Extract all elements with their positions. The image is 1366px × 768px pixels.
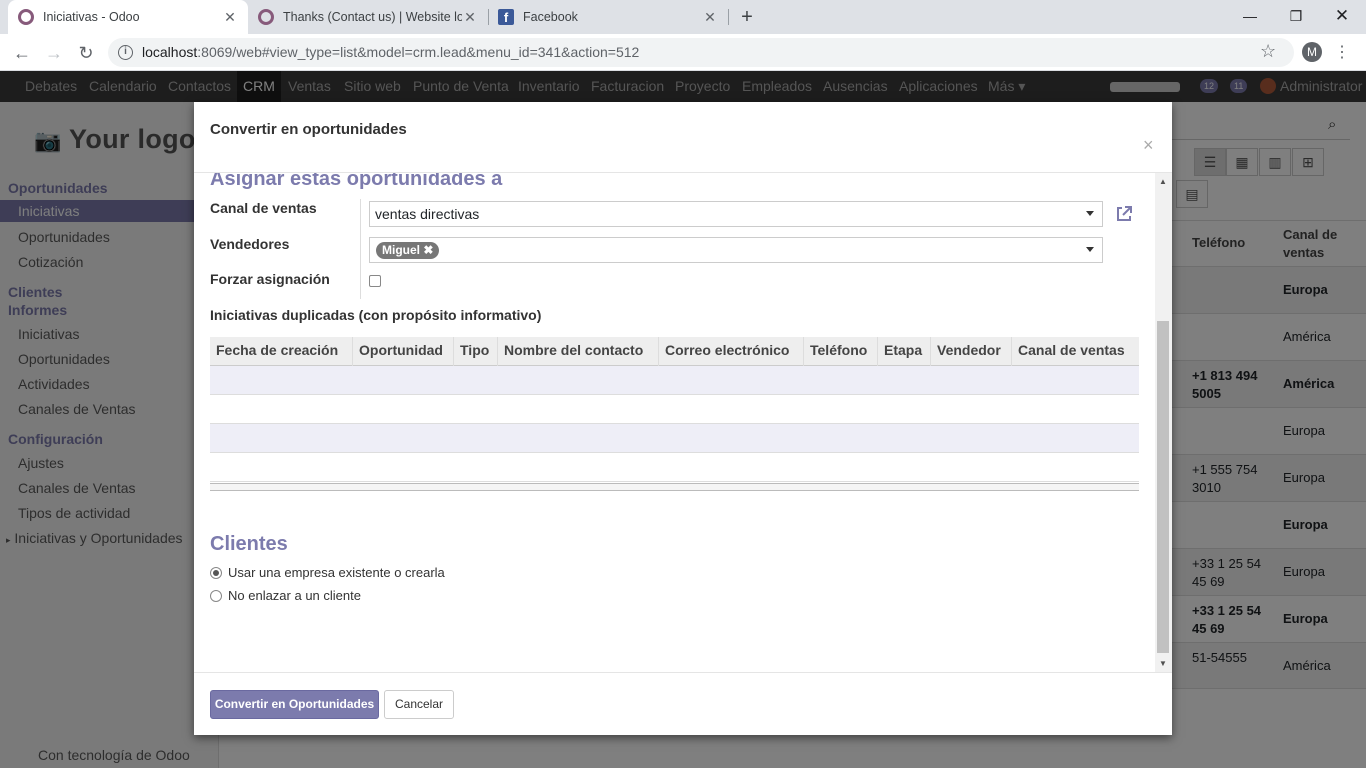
table-row xyxy=(210,453,1139,482)
field-divider xyxy=(360,199,361,299)
table-footer xyxy=(210,483,1139,491)
forzar-asignacion-label: Forzar asignación xyxy=(210,271,330,287)
info-icon[interactable]: i xyxy=(118,45,133,60)
canal-ventas-label: Canal de ventas xyxy=(210,200,317,216)
chevron-down-icon[interactable] xyxy=(1086,211,1094,216)
dialog-title: Convertir en oportunidades xyxy=(210,121,407,138)
tab-title: Thanks (Contact us) | Website loc xyxy=(283,10,462,24)
tab-title: Iniciativas - Odoo xyxy=(43,10,140,24)
minimize-icon[interactable]: — xyxy=(1238,4,1262,28)
dialog-scrollbar[interactable]: ▲ ▼ xyxy=(1155,173,1172,672)
menu-dots-icon[interactable]: ⋮ xyxy=(1330,41,1354,65)
column-canal-ventas[interactable]: Canal de ventas xyxy=(1012,337,1139,366)
new-tab-icon[interactable]: + xyxy=(736,6,758,28)
column-tipo[interactable]: Tipo xyxy=(454,337,498,366)
chevron-down-icon[interactable] xyxy=(1086,247,1094,252)
convert-button[interactable]: Convertir en Oportunidades xyxy=(210,690,379,719)
address-bar-row: ← → ↻ i localhost:8069/web#view_type=lis… xyxy=(0,34,1366,71)
table-row xyxy=(210,424,1139,453)
forzar-asignacion-checkbox[interactable] xyxy=(369,275,381,287)
cancel-button[interactable]: Cancelar xyxy=(384,690,454,719)
forward-icon[interactable]: → xyxy=(42,41,66,65)
vendedores-label: Vendedores xyxy=(210,236,290,252)
remove-tag-icon[interactable]: ✖ xyxy=(423,243,433,257)
close-tab-icon[interactable]: ✕ xyxy=(222,9,238,25)
vendedores-select[interactable]: Miguel ✖ xyxy=(369,237,1103,263)
close-tab-icon[interactable]: ✕ xyxy=(462,9,478,25)
star-icon[interactable]: ☆ xyxy=(1260,41,1276,62)
browser-tab-strip: Iniciativas - Odoo ✕ Thanks (Contact us)… xyxy=(0,0,1366,34)
column-telefono[interactable]: Teléfono xyxy=(804,337,878,366)
dialog-header: Convertir en oportunidades × xyxy=(194,102,1172,173)
radio-label-usar-empresa[interactable]: Usar una empresa existente o crearla xyxy=(228,565,445,580)
url-text: localhost:8069/web#view_type=list&model=… xyxy=(142,44,640,60)
odoo-icon xyxy=(258,9,274,25)
back-icon[interactable]: ← xyxy=(10,41,34,65)
dialog-close-icon[interactable]: × xyxy=(1143,136,1154,154)
table-row xyxy=(210,366,1139,395)
tab-separator xyxy=(728,9,729,25)
column-etapa[interactable]: Etapa xyxy=(878,337,931,366)
column-fecha-creacion[interactable]: Fecha de creación xyxy=(210,337,353,366)
window-close-icon[interactable]: ✕ xyxy=(1330,4,1354,28)
vendedor-tag[interactable]: Miguel ✖ xyxy=(376,242,440,259)
browser-tab-active[interactable]: Iniciativas - Odoo ✕ xyxy=(8,0,248,34)
canal-ventas-value: ventas directivas xyxy=(375,206,480,222)
clientes-section-title: Clientes xyxy=(210,533,288,555)
duplicates-title: Iniciativas duplicadas (con propósito in… xyxy=(210,307,542,323)
scroll-down-icon[interactable]: ▼ xyxy=(1159,659,1167,668)
column-nombre-contacto[interactable]: Nombre del contacto xyxy=(498,337,659,366)
scroll-up-icon[interactable]: ▲ xyxy=(1159,177,1167,186)
scrollbar-thumb[interactable] xyxy=(1157,321,1169,653)
tab-title: Facebook xyxy=(523,10,578,24)
close-tab-icon[interactable]: ✕ xyxy=(702,9,718,25)
url-field[interactable]: i localhost:8069/web#view_type=list&mode… xyxy=(108,38,1294,67)
dialog-footer: Convertir en Oportunidades Cancelar xyxy=(194,672,1172,735)
column-vendedor[interactable]: Vendedor xyxy=(931,337,1012,366)
radio-usar-empresa[interactable] xyxy=(210,567,222,579)
assign-section-title: Asignar estas oportunidades a xyxy=(210,173,503,190)
radio-no-enlazar[interactable] xyxy=(210,590,222,602)
dialog-body[interactable]: Asignar estas oportunidades a Canal de v… xyxy=(194,173,1172,672)
column-correo[interactable]: Correo electrónico xyxy=(659,337,804,366)
profile-avatar[interactable]: M xyxy=(1302,42,1322,62)
browser-tab[interactable]: f Facebook ✕ xyxy=(488,0,728,34)
restore-icon[interactable]: ❐ xyxy=(1284,4,1308,28)
facebook-icon: f xyxy=(498,9,514,25)
canal-ventas-select[interactable]: ventas directivas xyxy=(369,201,1103,227)
odoo-icon xyxy=(18,9,34,25)
table-row xyxy=(210,395,1139,424)
browser-tab[interactable]: Thanks (Contact us) | Website loc ✕ xyxy=(248,0,488,34)
table-header: Fecha de creación Oportunidad Tipo Nombr… xyxy=(210,337,1139,366)
radio-label-no-enlazar[interactable]: No enlazar a un cliente xyxy=(228,588,361,603)
reload-icon[interactable]: ↻ xyxy=(74,41,98,65)
column-oportunidad[interactable]: Oportunidad xyxy=(353,337,454,366)
convert-dialog: Convertir en oportunidades × Asignar est… xyxy=(194,102,1172,735)
external-link-icon[interactable] xyxy=(1114,204,1134,224)
